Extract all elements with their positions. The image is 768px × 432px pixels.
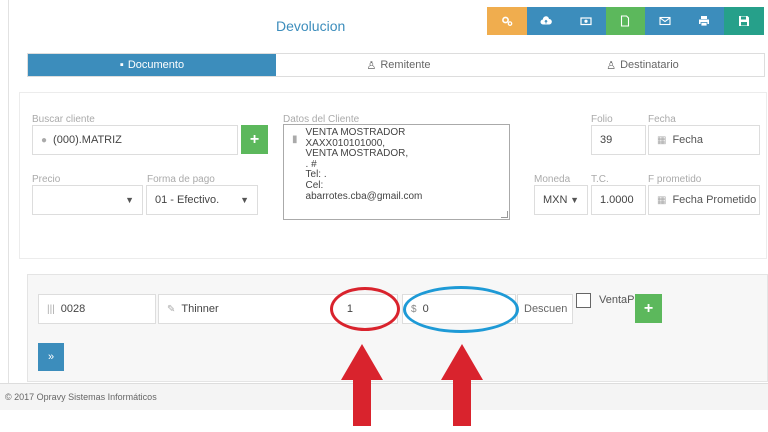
datos-cliente-lines: VENTA MOSTRADOR XAXX010101000, VENTA MOS… [305,127,423,219]
tc-input[interactable]: 1.0000 [591,185,646,215]
money-icon [580,17,592,26]
client-line: abarrotes.cba@gmail.com [305,190,423,202]
toolbar [487,7,764,35]
client-line: Tel: . [305,169,327,181]
forma-pago-label: Forma de pago [147,174,215,185]
buscar-cliente-input[interactable]: ● (000).MATRIZ [32,125,238,155]
moneda-label: Moneda [534,174,571,185]
page-title: Devolucion [276,18,346,34]
moneda-value: MXN [543,194,568,206]
tab-remitente[interactable]: ♙ Remitente [276,54,521,76]
red-arrow-up-icon [441,344,483,426]
plus-icon: + [249,130,260,148]
tab-label: Destinatario [620,59,679,71]
client-line: VENTA MOSTRADOR [305,127,406,138]
add-line-button[interactable]: + [635,294,662,323]
blue-circle-annotation [403,286,519,333]
document-icon [621,15,630,27]
save-button[interactable] [724,7,764,35]
discount-placeholder: Descuen [524,303,568,315]
buscar-cliente-value: (000).MATRIZ [53,134,122,146]
red-circle-annotation [330,287,400,331]
tab-label: Documento [127,59,185,71]
cloud-upload-icon [540,16,553,25]
buscar-cliente-label: Buscar cliente [32,114,95,125]
fecha-label: Fecha [648,114,676,125]
fecha-placeholder: Fecha [672,134,704,146]
building-icon: ▮ [292,134,298,145]
footer: © 2017 Opravy Sistemas Informáticos [0,383,768,410]
client-line: Cel: [305,179,324,191]
page: Devolucion ▪ Documento ♙ Remitente ♙ Des… [0,0,768,432]
double-chevron-right-icon: » [47,351,55,363]
tab-documento[interactable]: ▪ Documento [28,54,276,76]
left-divider [8,0,9,383]
caret-down-icon: ▼ [240,195,249,205]
next-button[interactable]: » [38,343,64,371]
product-description-value: Thinner [181,303,219,315]
f-prometido-placeholder: Fecha Prometido [672,194,757,206]
discount-input[interactable]: Descuen [517,294,573,324]
folio-label: Folio [591,114,613,125]
edit-icon: ✎ [167,303,176,315]
precio-label: Precio [32,174,61,185]
moneda-select[interactable]: MXN ▼ [534,185,588,215]
f-prometido-label: F prometido [648,174,702,185]
money-button[interactable] [566,7,606,35]
client-line: VENTA MOSTRADOR, [305,148,409,160]
email-button[interactable] [645,7,685,35]
product-code-value: 0028 [60,303,86,315]
user-icon: ♙ [366,59,377,72]
print-button[interactable] [684,7,724,35]
tab-bar: ▪ Documento ♙ Remitente ♙ Destinatario [27,53,765,77]
add-client-button[interactable]: + [241,125,268,154]
forma-pago-select[interactable]: 01 - Efectivo. ▼ [146,185,258,215]
red-arrow-up-icon [341,344,383,426]
user-icon: ● [41,134,48,146]
file-icon: ▪ [119,59,124,71]
calendar-icon: ▦ [657,134,667,146]
caret-down-icon: ▼ [125,195,134,205]
product-code-input[interactable]: ||| 0028 [38,294,156,324]
floppy-icon [738,16,749,26]
caret-down-icon: ▼ [570,195,579,205]
upload-button[interactable] [526,7,566,35]
fecha-input[interactable]: ▦ Fecha [648,125,760,155]
datos-cliente-textarea[interactable]: ▮ VENTA MOSTRADOR XAXX010101000, VENTA M… [283,124,510,220]
tab-label: Remitente [380,59,431,71]
settings-button[interactable] [487,7,527,35]
user-icon: ♙ [606,59,617,72]
resize-handle[interactable] [501,211,508,218]
print-icon [699,16,710,27]
tc-value: 1.0000 [600,194,634,206]
folio-input[interactable]: 39 [591,125,646,155]
precio-select[interactable]: ▼ [32,185,143,215]
barcode-icon: ||| [47,303,55,315]
plus-icon: + [643,299,654,317]
tab-destinatario[interactable]: ♙ Destinatario [521,54,764,76]
tc-label: T.C. [591,174,609,185]
calendar-icon: ▦ [657,194,667,206]
gears-icon [501,16,513,26]
f-prometido-input[interactable]: ▦ Fecha Prometido [648,185,760,215]
envelope-icon [659,16,671,26]
document-button[interactable] [605,7,645,35]
forma-pago-value: 01 - Efectivo. [155,194,220,206]
folio-value: 39 [600,134,613,146]
footer-text: © 2017 Opravy Sistemas Informáticos [5,392,157,402]
venta-checkbox[interactable] [576,293,591,308]
line-item-panel [27,274,768,382]
